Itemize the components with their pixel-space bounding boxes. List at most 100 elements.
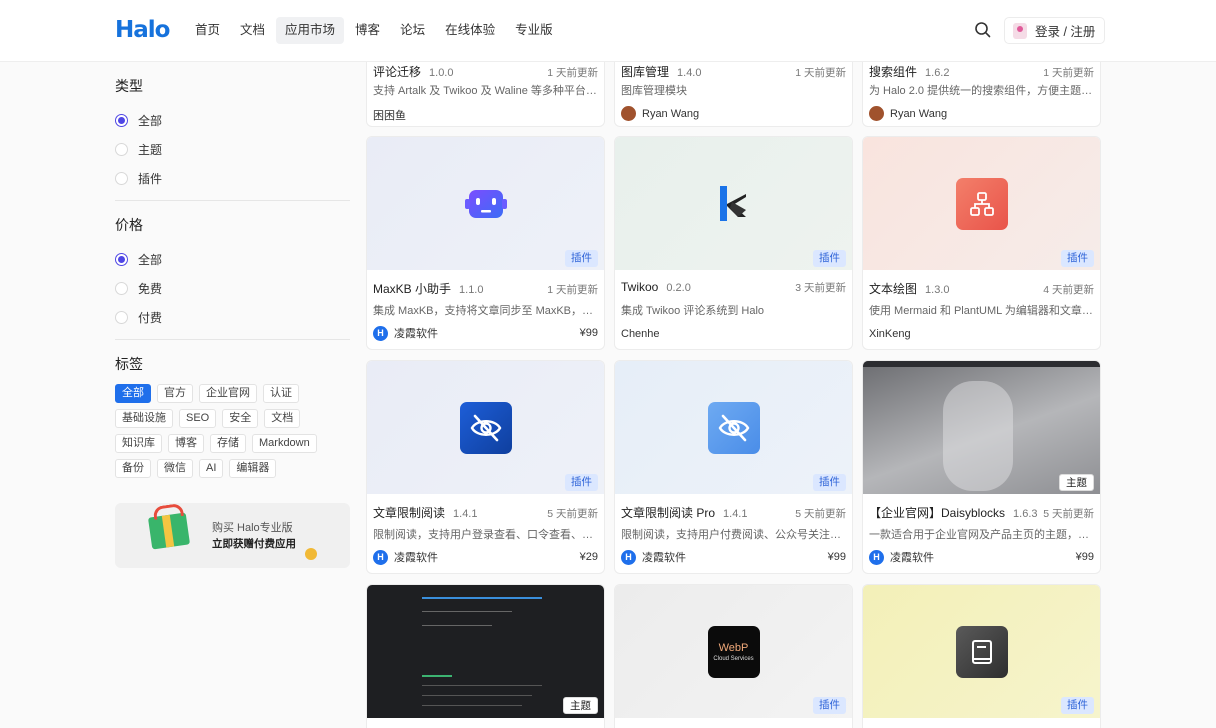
user-avatar-icon bbox=[1013, 22, 1027, 39]
app-description: 为 Halo 2.0 提供统一的搜索组件，方便主题端使用。 bbox=[869, 85, 1094, 97]
robot-icon bbox=[463, 181, 509, 227]
radio-icon bbox=[115, 311, 128, 324]
nav-app-market[interactable]: 应用市场 bbox=[276, 17, 345, 44]
app-cover: 插件 bbox=[367, 137, 604, 270]
app-cover-screenshot: 主题 bbox=[863, 361, 1100, 494]
nav-pro[interactable]: 专业版 bbox=[506, 17, 562, 44]
filter-sidebar: 类型 全部 主题 插件 价格 全部 免费 付费 标签 全部 官方 企业官网 认证… bbox=[115, 62, 350, 568]
theme-badge: 主题 bbox=[563, 697, 598, 714]
price-option-paid[interactable]: 付费 bbox=[115, 303, 350, 332]
author-avatar: H bbox=[621, 549, 636, 565]
price-option-free[interactable]: 免费 bbox=[115, 274, 350, 303]
app-cover: 插件 bbox=[615, 137, 852, 270]
type-filter: 类型 全部 主题 插件 bbox=[115, 62, 350, 201]
tag-storage[interactable]: 存储 bbox=[210, 434, 246, 453]
radio-checked-icon bbox=[115, 253, 128, 266]
app-updated: 3 天前更新 bbox=[795, 282, 846, 294]
app-author: Ryan Wang bbox=[642, 107, 700, 120]
tag-docs[interactable]: 文档 bbox=[264, 409, 301, 428]
webp-cloud-icon: WebP Cloud Services bbox=[707, 625, 760, 678]
plugin-badge: 插件 bbox=[565, 250, 598, 267]
price-option-label: 全部 bbox=[138, 253, 163, 267]
nav-forum[interactable]: 论坛 bbox=[391, 17, 434, 44]
robot-hand-image bbox=[943, 381, 1013, 491]
type-filter-title: 类型 bbox=[115, 78, 143, 94]
radio-icon bbox=[115, 282, 128, 295]
app-description: 一款适合用于企业官网及产品主页的主题，通过不... bbox=[869, 529, 1094, 541]
type-option-theme[interactable]: 主题 bbox=[115, 135, 350, 164]
app-name: 文章限制阅读 Pro bbox=[621, 506, 716, 520]
app-cover: 插件 bbox=[615, 361, 852, 494]
nav-blog[interactable]: 博客 bbox=[346, 17, 389, 44]
radio-icon bbox=[115, 143, 128, 156]
type-option-label: 全部 bbox=[138, 114, 163, 128]
tag-security[interactable]: 安全 bbox=[222, 409, 259, 428]
app-description: 支持 Artalk 及 Twikoo 及 Waline 等多种平台的评... bbox=[373, 85, 598, 97]
tag-editor[interactable]: 编辑器 bbox=[229, 459, 277, 478]
app-card[interactable]: 插件 文章限制阅读 Pro 1.4.1 5 天前更新 限制阅读，支持用户付费阅读、公… bbox=[614, 360, 853, 574]
app-description: 集成 MaxKB，支持将文章同步至 MaxKB，并开启... bbox=[373, 305, 598, 317]
tag-wechat[interactable]: 微信 bbox=[157, 459, 193, 478]
app-name: Twikoo bbox=[621, 280, 659, 294]
app-cover: 插件 bbox=[367, 361, 604, 494]
app-card[interactable]: 插件 Twikoo 0.2.0 3 天前更新 集成 Twikoo 评论系统到 Hal… bbox=[614, 136, 853, 350]
app-cover-screenshot: 主题 bbox=[367, 585, 604, 718]
app-updated: 4 天前更新 bbox=[1043, 284, 1094, 296]
eye-off-pro-icon bbox=[707, 401, 760, 454]
tag-enterprise[interactable]: 企业官网 bbox=[199, 384, 257, 403]
app-price: ¥99 bbox=[827, 551, 846, 563]
app-card[interactable]: 插件 MaxKB 小助手 1.1.0 1 天前更新 集成 MaxKB，支持将文章同步… bbox=[366, 136, 605, 350]
tag-seo[interactable]: SEO bbox=[179, 409, 217, 428]
tag-knowledge-base[interactable]: 知识库 bbox=[115, 434, 162, 453]
app-card[interactable]: 主题 bbox=[366, 584, 605, 728]
gift-icon bbox=[147, 512, 191, 550]
tag-blog[interactable]: 博客 bbox=[168, 434, 204, 453]
tag-markdown[interactable]: Markdown bbox=[252, 434, 317, 453]
type-option-label: 插件 bbox=[138, 172, 163, 186]
app-card[interactable]: 插件 文本绘图 1.3.0 4 天前更新 使用 Mermaid 和 PlantUML… bbox=[862, 136, 1101, 350]
app-version: 1.6.3 bbox=[1013, 508, 1038, 520]
tag-ai[interactable]: AI bbox=[199, 459, 224, 478]
app-version: 1.4.1 bbox=[453, 508, 478, 520]
price-filter-title: 价格 bbox=[115, 217, 143, 233]
app-version: 1.0.0 bbox=[429, 67, 454, 79]
app-card[interactable]: 插件 bbox=[862, 584, 1101, 728]
plugin-badge: 插件 bbox=[813, 250, 846, 267]
tag-backup[interactable]: 备份 bbox=[115, 459, 151, 478]
app-card[interactable]: 插件 文章限制阅读 1.4.1 5 天前更新 限制阅读，支持用户登录查看、口令查看、… bbox=[366, 360, 605, 574]
tag-official[interactable]: 官方 bbox=[157, 384, 193, 403]
tag-infrastructure[interactable]: 基础设施 bbox=[115, 409, 173, 428]
nav-docs[interactable]: 文档 bbox=[231, 17, 274, 44]
terminal-line bbox=[422, 625, 492, 626]
app-description: 集成 Twikoo 评论系统到 Halo bbox=[621, 305, 765, 317]
pro-promo-banner[interactable]: 购买 Halo专业版 立即获赠付费应用 bbox=[115, 503, 350, 568]
tag-filter-title: 标签 bbox=[115, 356, 143, 372]
eye-off-icon bbox=[459, 401, 512, 454]
app-card[interactable]: WebP Cloud Services 插件 bbox=[614, 584, 853, 728]
price-option-all[interactable]: 全部 bbox=[115, 245, 350, 274]
halo-logo[interactable]: Halo bbox=[115, 17, 170, 43]
app-updated: 5 天前更新 bbox=[795, 508, 846, 520]
app-cover: 插件 bbox=[863, 585, 1100, 718]
terminal-line bbox=[422, 685, 542, 686]
app-name: 搜索组件 bbox=[869, 65, 918, 79]
nav-demo[interactable]: 在线体验 bbox=[436, 17, 504, 44]
app-price: ¥99 bbox=[579, 327, 598, 339]
type-option-plugin[interactable]: 插件 bbox=[115, 164, 350, 193]
app-author: 凌霞软件 bbox=[394, 552, 438, 564]
type-option-all[interactable]: 全部 bbox=[115, 106, 350, 135]
tag-list: 全部 官方 企业官网 认证 基础设施 SEO 安全 文档 知识库 博客 存储 M… bbox=[115, 384, 350, 478]
tag-certified[interactable]: 认证 bbox=[263, 384, 299, 403]
app-updated: 5 天前更新 bbox=[1043, 508, 1094, 520]
author-avatar bbox=[621, 106, 636, 121]
author-avatar: H bbox=[373, 549, 388, 565]
search-icon[interactable] bbox=[972, 19, 994, 41]
app-author: 凌霞软件 bbox=[642, 552, 686, 564]
app-cover: 插件 bbox=[863, 137, 1100, 270]
nav-home[interactable]: 首页 bbox=[186, 17, 229, 44]
diagram-icon bbox=[955, 177, 1008, 230]
tag-all[interactable]: 全部 bbox=[115, 384, 151, 403]
app-card[interactable]: 主题 【企业官网】Daisyblocks 1.6.3 5 天前更新 一款适合用于企业… bbox=[862, 360, 1101, 574]
login-register-button[interactable]: 登录 / 注册 bbox=[1004, 17, 1106, 44]
book-icon bbox=[955, 625, 1008, 678]
